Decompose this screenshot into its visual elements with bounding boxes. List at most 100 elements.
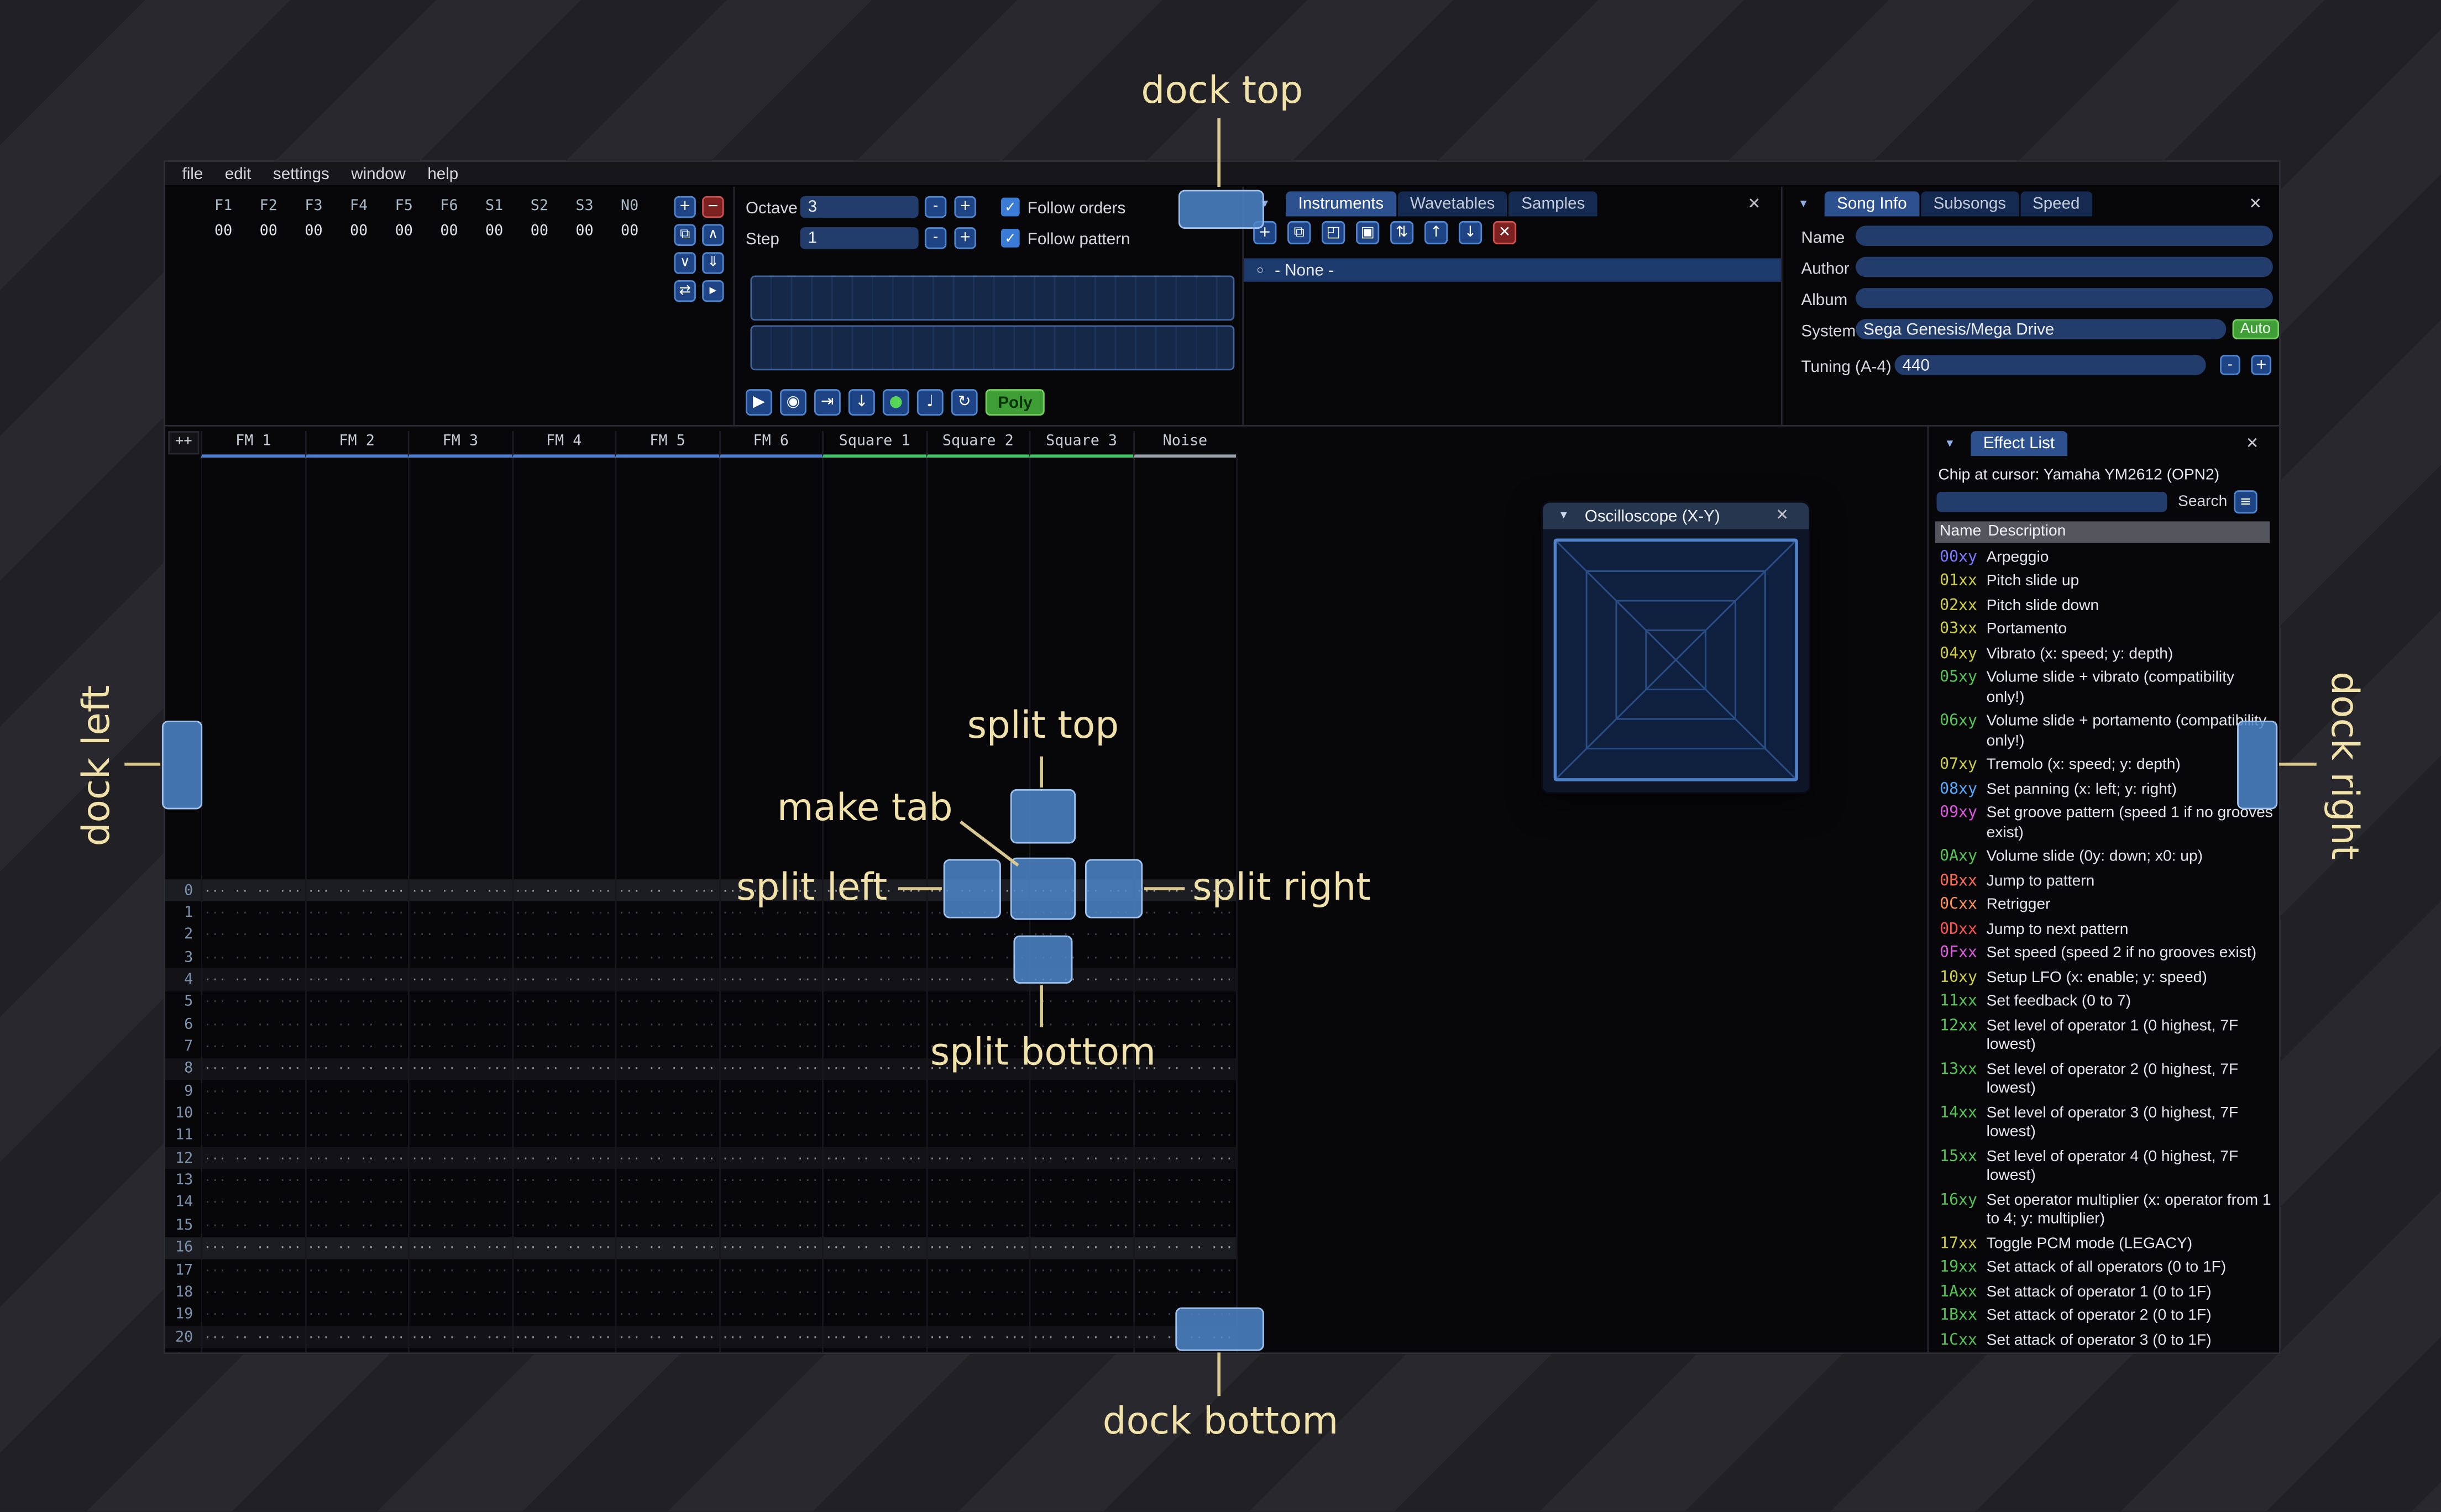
tuning-increase-button[interactable]: + xyxy=(2251,355,2272,375)
pattern-cell[interactable]: ··· ·· ·· ··· xyxy=(615,1107,718,1121)
pattern-cell[interactable]: ··· ·· ·· ··· xyxy=(408,1040,511,1054)
pattern-cell[interactable]: ··· ·· ·· ··· xyxy=(201,1040,304,1054)
pattern-cell[interactable]: ··· ·· ·· ··· xyxy=(305,1263,408,1277)
pattern-cell[interactable]: ··· ·· ·· ··· xyxy=(511,884,615,897)
field-input-author[interactable] xyxy=(1856,256,2273,277)
pattern-cell[interactable]: ··· ·· ·· ··· xyxy=(615,1129,718,1143)
menu-settings[interactable]: settings xyxy=(262,164,340,183)
orders-cell-0[interactable]: 00 xyxy=(201,223,246,240)
split-target-top[interactable] xyxy=(1010,789,1076,844)
pattern-cell[interactable]: ··· ·· ·· ··· xyxy=(1029,1129,1133,1143)
pattern-cell[interactable]: ··· ·· ·· ··· xyxy=(201,1308,304,1321)
instruments-duplicate-button[interactable]: ⧉ xyxy=(1287,221,1311,245)
orders-cell-8[interactable]: 00 xyxy=(562,223,607,240)
instruments-open-button[interactable]: ◰ xyxy=(1322,221,1345,245)
instruments-delete-button[interactable]: ✕ xyxy=(1492,221,1517,245)
pattern-cell[interactable]: ··· ·· ·· ··· xyxy=(511,1330,615,1344)
pattern-cell[interactable]: ··· ·· ·· ··· xyxy=(201,1129,304,1143)
pattern-cell[interactable]: ··· ·· ·· ··· xyxy=(1133,973,1236,986)
dock-target-bottom[interactable] xyxy=(1175,1307,1264,1351)
pattern-cell[interactable]: ··· ·· ·· ··· xyxy=(511,1040,615,1054)
pattern-cell[interactable]: ··· ·· ·· ··· xyxy=(408,1219,511,1232)
tab-effect-list[interactable]: Effect List xyxy=(1971,431,2067,456)
pattern-cell[interactable]: ··· ·· ·· ··· xyxy=(511,1017,615,1031)
pattern-cell[interactable]: ··· ·· ·· ··· xyxy=(305,906,408,920)
pattern-cell[interactable]: ··· ·· ·· ··· xyxy=(822,1152,925,1166)
orders-duplicate-button[interactable]: ⧉ xyxy=(674,224,696,246)
split-target-right[interactable] xyxy=(1085,859,1143,918)
channel-header-square-2[interactable]: Square 2 xyxy=(925,431,1029,458)
octave-decrease-button[interactable]: - xyxy=(924,196,947,218)
collapse-icon[interactable]: ▼ xyxy=(1549,509,1578,523)
pattern-cell[interactable]: ··· ·· ·· ··· xyxy=(408,973,511,986)
channel-header-square-1[interactable]: Square 1 xyxy=(822,431,926,458)
pattern-cell[interactable]: ··· ·· ·· ··· xyxy=(305,928,408,942)
pattern-cell[interactable]: ··· ·· ·· ··· xyxy=(201,995,304,1009)
pattern-cell[interactable]: ··· ·· ·· ··· xyxy=(822,1219,925,1232)
pattern-cell[interactable]: ··· ·· ·· ··· xyxy=(719,973,822,986)
channel-header-fm-6[interactable]: FM 6 xyxy=(718,431,823,458)
pattern-cell[interactable]: ··· ·· ·· ··· xyxy=(1133,1263,1236,1277)
pattern-cell[interactable]: ··· ·· ·· ··· xyxy=(305,884,408,897)
orders-cell-6[interactable]: 00 xyxy=(472,223,517,240)
system-input[interactable]: Sega Genesis/Mega Drive xyxy=(1856,319,2227,339)
pattern-cell[interactable]: ··· ·· ·· ··· xyxy=(719,1196,822,1210)
pattern-cell[interactable]: ··· ·· ·· ··· xyxy=(925,1174,1029,1188)
transport-edit-toggle-button[interactable]: ● xyxy=(882,389,909,416)
transport-step-one-row-button[interactable]: ↓ xyxy=(848,389,875,416)
pattern-cell[interactable]: ··· ·· ·· ··· xyxy=(305,1330,408,1344)
orders-cell-3[interactable]: 00 xyxy=(336,223,381,240)
pattern-cell[interactable]: ··· ·· ·· ··· xyxy=(1029,1017,1133,1031)
pattern-cell[interactable]: ··· ·· ·· ··· xyxy=(305,1152,408,1166)
pattern-cell[interactable]: ··· ·· ·· ··· xyxy=(822,1330,925,1344)
pattern-cell[interactable]: ··· ·· ·· ··· xyxy=(719,1308,822,1321)
pattern-cell[interactable]: ··· ·· ·· ··· xyxy=(925,1084,1029,1098)
octave-increase-button[interactable]: + xyxy=(954,196,976,218)
pattern-cell[interactable]: ··· ·· ·· ··· xyxy=(408,1084,511,1098)
orders-change-all-button[interactable]: ⇄ xyxy=(674,280,696,302)
pattern-cell[interactable]: ··· ·· ·· ··· xyxy=(925,1129,1029,1143)
pattern-cell[interactable]: ··· ·· ·· ··· xyxy=(201,1152,304,1166)
pattern-cell[interactable]: ··· ·· ·· ··· xyxy=(822,951,925,964)
pattern-cell[interactable]: ··· ·· ·· ··· xyxy=(925,1196,1029,1210)
pattern-cell[interactable]: ··· ·· ·· ··· xyxy=(719,1084,822,1098)
orders-cell-5[interactable]: 00 xyxy=(427,223,472,240)
pattern-cell[interactable]: ··· ·· ·· ··· xyxy=(822,1308,925,1321)
menu-edit[interactable]: edit xyxy=(214,164,262,183)
pattern-cell[interactable]: ··· ·· ·· ··· xyxy=(1133,1084,1236,1098)
pattern-cell[interactable]: ··· ·· ·· ··· xyxy=(408,1196,511,1210)
field-input-name[interactable] xyxy=(1856,225,2273,246)
orders-add-button[interactable]: + xyxy=(674,196,696,218)
pattern-expand-button[interactable]: ++ xyxy=(168,431,200,455)
pattern-cell[interactable]: ··· ·· ·· ··· xyxy=(305,951,408,964)
pattern-cell[interactable]: ··· ·· ·· ··· xyxy=(719,1017,822,1031)
pattern-cell[interactable]: ··· ·· ·· ··· xyxy=(305,1107,408,1121)
pattern-cell[interactable]: ··· ·· ·· ··· xyxy=(615,1017,718,1031)
pattern-cell[interactable]: ··· ·· ·· ··· xyxy=(1029,995,1133,1009)
pattern-cell[interactable]: ··· ·· ·· ··· xyxy=(925,1330,1029,1344)
pattern-cell[interactable]: ··· ·· ·· ··· xyxy=(822,1107,925,1121)
instruments-save-button[interactable]: ▣ xyxy=(1356,221,1380,245)
pattern-cell[interactable]: ··· ·· ·· ··· xyxy=(719,1174,822,1188)
instruments-tab-samples[interactable]: Samples xyxy=(1508,191,1597,217)
pattern-cell[interactable]: ··· ·· ·· ··· xyxy=(822,995,925,1009)
pattern-cell[interactable]: ··· ·· ·· ··· xyxy=(925,1241,1029,1254)
pattern-cell[interactable]: ··· ·· ·· ··· xyxy=(408,1017,511,1031)
pattern-cell[interactable]: ··· ·· ·· ··· xyxy=(305,1241,408,1254)
instrument-list-item[interactable]: ○ - None - xyxy=(1244,258,1781,282)
pattern-cell[interactable]: ··· ·· ·· ··· xyxy=(719,951,822,964)
pattern-cell[interactable]: ··· ·· ·· ··· xyxy=(511,951,615,964)
tuning-decrease-button[interactable]: - xyxy=(2220,355,2240,375)
pattern-cell[interactable]: ··· ·· ·· ··· xyxy=(408,951,511,964)
pattern-cell[interactable]: ··· ·· ·· ··· xyxy=(1133,995,1236,1009)
pattern-cell[interactable]: ··· ·· ·· ··· xyxy=(615,1174,718,1188)
pattern-cell[interactable]: ··· ·· ·· ··· xyxy=(305,1196,408,1210)
pattern-cell[interactable]: ··· ·· ·· ··· xyxy=(305,1219,408,1232)
pattern-cell[interactable]: ··· ·· ·· ··· xyxy=(511,995,615,1009)
dock-target-right[interactable] xyxy=(2237,720,2278,810)
channel-header-square-3[interactable]: Square 3 xyxy=(1029,431,1133,458)
pattern-cell[interactable]: ··· ·· ·· ··· xyxy=(408,928,511,942)
pattern-cell[interactable]: ··· ·· ·· ··· xyxy=(408,995,511,1009)
pattern-cell[interactable]: ··· ·· ·· ··· xyxy=(719,1241,822,1254)
pattern-cell[interactable]: ··· ·· ·· ··· xyxy=(615,973,718,986)
